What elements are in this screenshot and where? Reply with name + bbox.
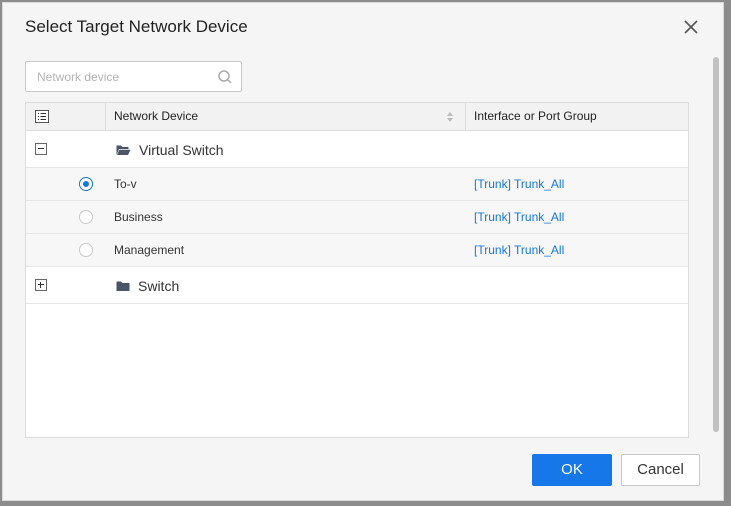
group-label: Virtual Switch: [116, 142, 224, 158]
column-list-icon[interactable]: [35, 110, 49, 123]
device-name: To-v: [114, 177, 137, 191]
close-button[interactable]: [681, 17, 701, 37]
interface-link[interactable]: [Trunk] Trunk_All: [466, 201, 688, 233]
interface-link[interactable]: [Trunk] Trunk_All: [466, 168, 688, 200]
network-device-table: Network Device Interface or Port Group V…: [25, 102, 689, 438]
group-label-text: Virtual Switch: [139, 142, 224, 158]
header-network-device[interactable]: Network Device: [106, 103, 466, 131]
scrollbar[interactable]: [713, 57, 719, 432]
dialog-title: Select Target Network Device: [25, 17, 248, 36]
group-label: Switch: [116, 278, 179, 294]
cancel-button[interactable]: Cancel: [621, 454, 700, 486]
device-name: Management: [114, 243, 185, 257]
table-row[interactable]: To-v [Trunk] Trunk_All: [26, 168, 688, 201]
search-icon[interactable]: [218, 70, 232, 84]
group-label-text: Switch: [138, 278, 180, 294]
ok-button[interactable]: OK: [532, 454, 612, 486]
header-interface: Interface or Port Group: [466, 103, 688, 131]
table-row[interactable]: Business [Trunk] Trunk_All: [26, 201, 688, 234]
collapse-toggle[interactable]: [35, 143, 47, 155]
search-input[interactable]: [26, 62, 206, 91]
row-radio[interactable]: [79, 243, 93, 257]
row-radio[interactable]: [79, 210, 93, 224]
select-target-network-device-dialog: Select Target Network Device Network Dev…: [2, 2, 724, 501]
folder-icon: [116, 281, 130, 291]
header-network-device-label: Network Device: [114, 109, 199, 123]
table-row[interactable]: Management [Trunk] Trunk_All: [26, 234, 688, 267]
close-icon: [684, 20, 698, 34]
expand-toggle[interactable]: [35, 279, 47, 291]
group-row-virtual-switch: Virtual Switch: [26, 131, 688, 168]
group-row-switch: Switch: [26, 267, 688, 304]
sort-icon[interactable]: [446, 111, 454, 123]
device-name: Business: [114, 210, 163, 224]
table-header: Network Device Interface or Port Group: [26, 103, 688, 131]
folder-open-icon: [116, 145, 131, 155]
header-interface-label: Interface or Port Group: [474, 109, 597, 123]
column-settings-header: [26, 103, 106, 131]
network-device-search[interactable]: [25, 61, 242, 92]
interface-link[interactable]: [Trunk] Trunk_All: [466, 234, 688, 266]
row-radio-selected[interactable]: [79, 177, 93, 191]
